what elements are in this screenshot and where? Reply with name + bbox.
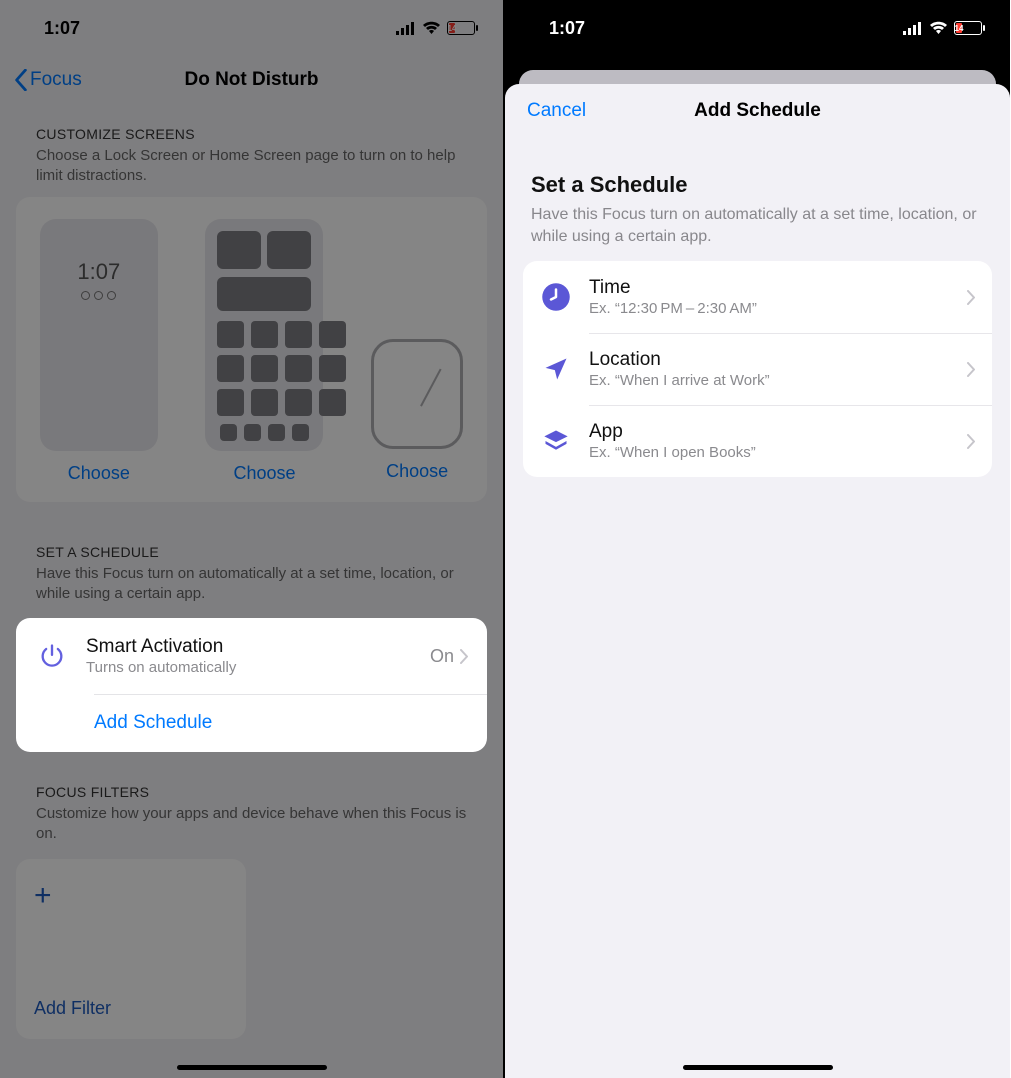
- page-title: Do Not Disturb: [184, 69, 318, 91]
- app-stack-icon: [539, 424, 573, 458]
- back-button[interactable]: Focus: [14, 69, 82, 91]
- option-title: Time: [589, 277, 951, 299]
- option-sub: Ex. “12:30 PM – 2:30 AM”: [589, 300, 951, 317]
- home-indicator[interactable]: [177, 1065, 327, 1070]
- background-sheet-peek: [519, 70, 996, 84]
- battery-level: 14: [956, 23, 962, 33]
- option-title: App: [589, 421, 951, 443]
- chevron-right-icon: [967, 290, 976, 305]
- wifi-icon: [929, 21, 948, 35]
- option-location[interactable]: Location Ex. “When I arrive at Work”: [523, 333, 992, 405]
- customize-header: CUSTOMIZE SCREENS: [0, 104, 503, 146]
- chevron-left-icon: [14, 69, 28, 91]
- nav-bar: Focus Do Not Disturb: [0, 56, 503, 104]
- sheet-nav: Cancel Add Schedule: [505, 84, 1010, 138]
- smart-activation-sub: Turns on automatically: [86, 659, 414, 676]
- lockscreen-time: 1:07: [77, 259, 120, 285]
- section-sub: Have this Focus turn on automatically at…: [505, 200, 1010, 247]
- filters-header: FOCUS FILTERS: [0, 752, 503, 804]
- battery-icon: 14: [447, 21, 475, 35]
- plus-icon: +: [34, 879, 228, 913]
- status-icons: 14: [396, 21, 475, 35]
- status-bar: 1:07 14: [0, 0, 503, 56]
- option-title: Location: [589, 349, 951, 371]
- choose-watch[interactable]: Choose: [386, 461, 448, 482]
- lockscreen-option[interactable]: 1:07 Choose: [40, 219, 158, 484]
- clock-icon: [539, 280, 573, 314]
- chevron-right-icon: [967, 434, 976, 449]
- option-time[interactable]: Time Ex. “12:30 PM – 2:30 AM”: [523, 261, 992, 333]
- filters-sub: Customize how your apps and device behav…: [0, 804, 503, 845]
- add-schedule-button[interactable]: Add Schedule: [16, 694, 487, 752]
- power-icon: [34, 642, 70, 670]
- cellular-icon: [903, 22, 923, 35]
- watch-preview: [371, 339, 463, 449]
- sheet-title: Add Schedule: [694, 100, 821, 122]
- add-schedule-sheet: Cancel Add Schedule Set a Schedule Have …: [505, 84, 1010, 1078]
- chevron-right-icon: [460, 649, 469, 664]
- lockscreen-preview: 1:07: [40, 219, 158, 451]
- status-time: 1:07: [44, 18, 80, 39]
- smart-activation-title: Smart Activation: [86, 636, 414, 658]
- add-filter-card[interactable]: + Add Filter: [16, 859, 246, 1039]
- choose-homescreen[interactable]: Choose: [233, 463, 295, 484]
- cellular-icon: [396, 22, 416, 35]
- home-indicator[interactable]: [683, 1065, 833, 1070]
- watch-option[interactable]: Choose: [371, 219, 463, 484]
- homescreen-preview: [205, 219, 323, 451]
- cancel-button[interactable]: Cancel: [527, 100, 586, 122]
- add-filter-label: Add Filter: [34, 998, 228, 1019]
- location-icon: [539, 352, 573, 386]
- lockscreen-widgets: [81, 291, 116, 300]
- homescreen-option[interactable]: Choose: [205, 219, 323, 484]
- schedule-options-card: Time Ex. “12:30 PM – 2:30 AM” Location E…: [523, 261, 992, 477]
- option-sub: Ex. “When I open Books”: [589, 444, 951, 461]
- status-bar: 1:07 14: [505, 0, 1010, 56]
- schedule-sub: Have this Focus turn on automatically at…: [0, 564, 503, 605]
- status-icons: 14: [903, 21, 982, 35]
- status-time: 1:07: [549, 18, 585, 39]
- option-sub: Ex. “When I arrive at Work”: [589, 372, 951, 389]
- customize-screens-card: 1:07 Choose Choose Choose: [16, 197, 487, 502]
- smart-activation-row[interactable]: Smart Activation Turns on automatically …: [16, 618, 487, 694]
- battery-level: 14: [449, 23, 455, 33]
- chevron-right-icon: [967, 362, 976, 377]
- customize-sub: Choose a Lock Screen or Home Screen page…: [0, 146, 503, 187]
- wifi-icon: [422, 21, 441, 35]
- smart-activation-value: On: [430, 646, 454, 667]
- schedule-header: SET A SCHEDULE: [0, 502, 503, 564]
- section-title: Set a Schedule: [505, 138, 1010, 200]
- choose-lockscreen[interactable]: Choose: [68, 463, 130, 484]
- option-app[interactable]: App Ex. “When I open Books”: [523, 405, 992, 477]
- schedule-card: Smart Activation Turns on automatically …: [16, 618, 487, 752]
- back-label: Focus: [30, 69, 82, 91]
- battery-icon: 14: [954, 21, 982, 35]
